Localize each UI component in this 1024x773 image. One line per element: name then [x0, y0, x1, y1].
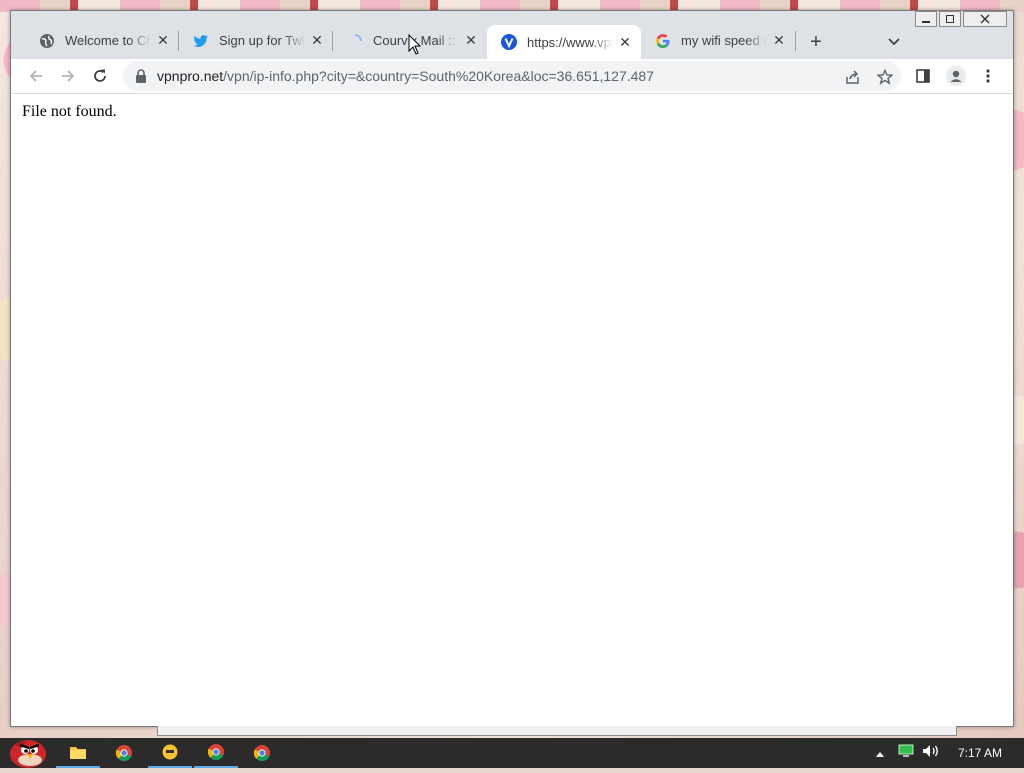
- error-message: File not found.: [22, 103, 117, 120]
- tab-search-button[interactable]: [883, 31, 905, 53]
- tab-separator: [795, 31, 796, 51]
- globe-icon: [39, 33, 55, 49]
- google-icon: [655, 33, 671, 49]
- emoji-app-icon: [162, 744, 178, 760]
- kebab-menu-icon: [986, 69, 990, 83]
- url-domain: vpnpro.net: [157, 68, 224, 84]
- share-icon[interactable]: [844, 68, 862, 86]
- tab-title: Sign up for Twitter: [219, 33, 305, 48]
- speaker-icon: [922, 744, 938, 757]
- close-window-button[interactable]: [963, 11, 1007, 27]
- chrome-icon: [254, 745, 270, 761]
- start-button[interactable]: [4, 732, 50, 768]
- side-panel-button[interactable]: [908, 61, 938, 91]
- tab-sign-up-for-twitter[interactable]: Sign up for Twitter ✕: [179, 24, 333, 57]
- vpnpro-icon: [501, 34, 517, 50]
- taskbar-chrome-1[interactable]: [102, 738, 146, 768]
- restore-icon: [946, 15, 954, 23]
- tab-close-button[interactable]: ✕: [155, 32, 171, 49]
- chrome-icon: [208, 744, 224, 760]
- tab-close-button[interactable]: ✕: [617, 34, 633, 50]
- side-panel-icon: [916, 69, 930, 83]
- tab-close-button[interactable]: ✕: [463, 32, 479, 49]
- network-icon: [898, 744, 914, 757]
- taskbar-emoji-app[interactable]: [148, 738, 192, 768]
- window-controls: [913, 11, 1007, 29]
- reload-icon: [94, 69, 106, 82]
- tab-close-button[interactable]: ✕: [309, 32, 325, 49]
- close-icon: [980, 14, 990, 24]
- file-explorer-icon: [70, 747, 86, 759]
- system-tray: 7:17 AM: [875, 738, 1024, 768]
- mouse-cursor-icon: [408, 34, 422, 55]
- chrome-icon: [116, 745, 132, 761]
- address-bar[interactable]: vpnpro.net/vpn/ip-info.php?city=&country…: [123, 61, 901, 91]
- page-content: File not found.: [11, 94, 1013, 726]
- minimize-icon: [922, 21, 930, 23]
- new-tab-button[interactable]: +: [805, 31, 827, 53]
- tab-vpnpro[interactable]: https://www.vpnpro.net ✕: [487, 25, 641, 59]
- tab-title: https://www.vpnpro.net: [527, 34, 613, 50]
- taskbar-clock[interactable]: 7:17 AM: [958, 746, 1002, 760]
- tab-strip: Welcome to Chrome ✕ Sign up for Twitter …: [11, 11, 1013, 59]
- twitter-icon: [193, 33, 209, 49]
- tab-welcome-to-chrome[interactable]: Welcome to Chrome ✕: [25, 24, 179, 57]
- chevron-up-icon: [875, 752, 884, 757]
- taskbar-chrome-3[interactable]: [240, 738, 284, 768]
- taskbar: 7:17 AM: [0, 738, 1024, 768]
- angry-birds-start-icon: [10, 740, 46, 768]
- profile-avatar-icon: [946, 66, 966, 86]
- tab-close-button[interactable]: ✕: [771, 32, 787, 49]
- window-bottom-edge: [157, 726, 957, 736]
- loading-spinner-icon: [347, 33, 363, 49]
- reload-button[interactable]: [85, 61, 115, 91]
- lock-icon[interactable]: [133, 68, 149, 84]
- back-button[interactable]: [21, 61, 51, 91]
- show-hidden-icons-button[interactable]: [875, 744, 884, 762]
- chevron-down-icon: [888, 38, 900, 46]
- maximize-button[interactable]: [939, 11, 961, 27]
- taskbar-file-explorer[interactable]: [56, 738, 100, 768]
- arrow-right-icon: [62, 70, 75, 82]
- minimize-button[interactable]: [915, 11, 937, 27]
- tab-my-wifi-speed[interactable]: my wifi speed right now ✕: [641, 24, 795, 57]
- tab-title: my wifi speed right now: [681, 33, 767, 48]
- arrow-left-icon: [29, 70, 42, 82]
- profile-button[interactable]: [941, 61, 971, 91]
- taskbar-chrome-2[interactable]: [194, 738, 238, 768]
- network-status-button[interactable]: [898, 744, 914, 763]
- volume-button[interactable]: [922, 744, 940, 763]
- url-text[interactable]: vpnpro.net/vpn/ip-info.php?city=&country…: [157, 61, 654, 91]
- browser-window: Welcome to Chrome ✕ Sign up for Twitter …: [10, 10, 1014, 736]
- forward-button[interactable]: [53, 61, 83, 91]
- url-path: /vpn/ip-info.php?city=&country=South%20K…: [223, 68, 654, 84]
- bookmark-star-icon[interactable]: [876, 68, 894, 86]
- menu-button[interactable]: [973, 61, 1003, 91]
- browser-toolbar: vpnpro.net/vpn/ip-info.php?city=&country…: [11, 59, 1013, 94]
- tab-title: Welcome to Chrome: [65, 33, 151, 48]
